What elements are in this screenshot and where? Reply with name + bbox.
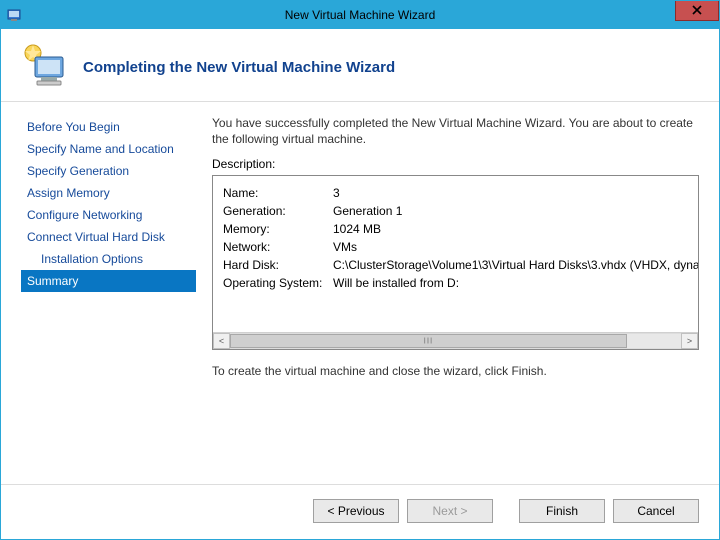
detail-value: Will be installed from D: <box>333 274 459 292</box>
scroll-right-arrow-icon[interactable]: > <box>681 333 698 349</box>
detail-label: Name: <box>223 184 333 202</box>
sidebar-item-summary[interactable]: Summary <box>21 270 196 292</box>
detail-row-network: Network: VMs <box>223 238 688 256</box>
detail-row-name: Name: 3 <box>223 184 688 202</box>
scroll-grip-icon: III <box>424 337 434 346</box>
titlebar: New Virtual Machine Wizard <box>1 1 719 29</box>
wizard-main: You have successfully completed the New … <box>212 116 699 484</box>
description-label: Description: <box>212 157 699 171</box>
details-content: Name: 3 Generation: Generation 1 Memory:… <box>213 176 698 332</box>
wizard-footer: < Previous Next > Finish Cancel <box>1 484 719 539</box>
intro-text: You have successfully completed the New … <box>212 116 699 147</box>
detail-label: Generation: <box>223 202 333 220</box>
sidebar-item-before-you-begin[interactable]: Before You Begin <box>21 116 196 138</box>
sidebar-item-configure-networking[interactable]: Configure Networking <box>21 204 196 226</box>
page-heading: Completing the New Virtual Machine Wizar… <box>83 59 395 76</box>
sidebar-item-specify-name[interactable]: Specify Name and Location <box>21 138 196 160</box>
app-icon <box>7 7 23 23</box>
detail-value: 3 <box>333 184 340 202</box>
scroll-track[interactable]: III <box>230 333 681 349</box>
detail-row-memory: Memory: 1024 MB <box>223 220 688 238</box>
detail-value: C:\ClusterStorage\Volume1\3\Virtual Hard… <box>333 256 698 274</box>
detail-label: Operating System: <box>223 274 333 292</box>
detail-value: Generation 1 <box>333 202 402 220</box>
sidebar-item-connect-vhd[interactable]: Connect Virtual Hard Disk <box>21 226 196 248</box>
sidebar-item-installation-options[interactable]: Installation Options <box>21 248 196 270</box>
detail-row-os: Operating System: Will be installed from… <box>223 274 688 292</box>
detail-row-harddisk: Hard Disk: C:\ClusterStorage\Volume1\3\V… <box>223 256 688 274</box>
horizontal-scrollbar[interactable]: < III > <box>213 332 698 349</box>
close-button[interactable] <box>675 1 719 21</box>
sidebar-item-specify-generation[interactable]: Specify Generation <box>21 160 196 182</box>
detail-value: VMs <box>333 238 357 256</box>
wizard-header: Completing the New Virtual Machine Wizar… <box>1 29 719 102</box>
scroll-thumb[interactable]: III <box>230 334 627 348</box>
previous-button[interactable]: < Previous <box>313 499 399 523</box>
cancel-button[interactable]: Cancel <box>613 499 699 523</box>
wizard-body: Before You Begin Specify Name and Locati… <box>1 102 719 484</box>
details-box: Name: 3 Generation: Generation 1 Memory:… <box>212 175 699 350</box>
finish-note: To create the virtual machine and close … <box>212 364 699 378</box>
close-icon <box>692 3 702 18</box>
wizard-window: New Virtual Machine Wizard Completing th… <box>0 0 720 540</box>
finish-button[interactable]: Finish <box>519 499 605 523</box>
detail-value: 1024 MB <box>333 220 381 238</box>
button-gap <box>501 499 511 523</box>
wizard-sidebar: Before You Begin Specify Name and Locati… <box>21 116 196 484</box>
window-title: New Virtual Machine Wizard <box>1 8 719 22</box>
detail-label: Hard Disk: <box>223 256 333 274</box>
detail-label: Network: <box>223 238 333 256</box>
next-button: Next > <box>407 499 493 523</box>
vm-icon <box>21 43 69 91</box>
sidebar-item-assign-memory[interactable]: Assign Memory <box>21 182 196 204</box>
detail-row-generation: Generation: Generation 1 <box>223 202 688 220</box>
scroll-left-arrow-icon[interactable]: < <box>213 333 230 349</box>
detail-label: Memory: <box>223 220 333 238</box>
